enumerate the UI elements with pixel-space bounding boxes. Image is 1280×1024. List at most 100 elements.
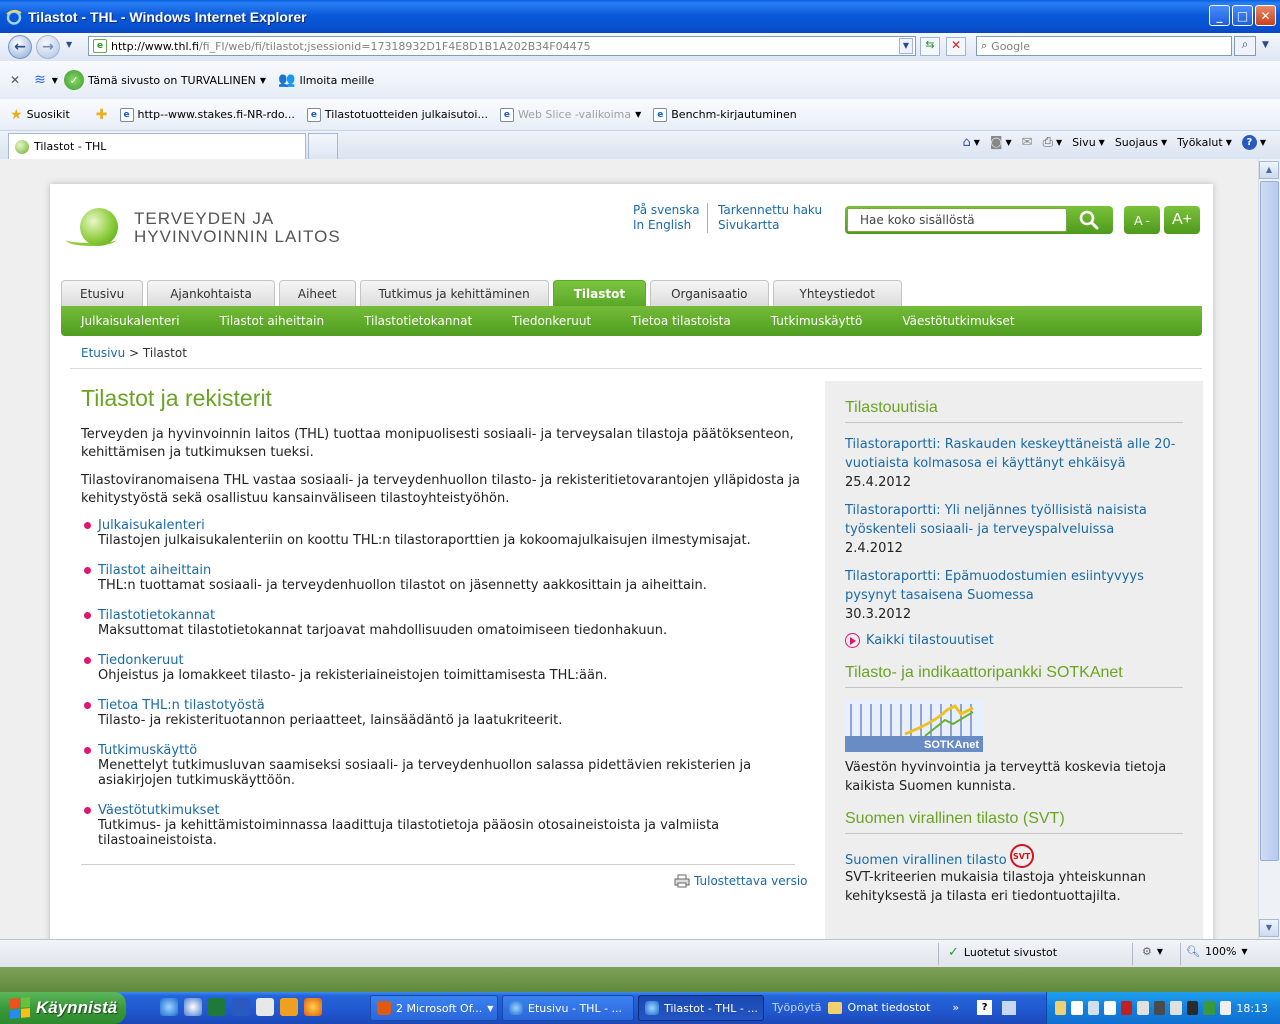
lang-swedish-link[interactable]: På svenska bbox=[633, 203, 700, 217]
word-icon[interactable] bbox=[232, 998, 250, 1016]
chevron-right-icon[interactable]: » bbox=[952, 1001, 959, 1014]
minimize-button[interactable]: _ bbox=[1209, 5, 1230, 26]
site-search-input[interactable]: Hae koko sisällöstä bbox=[847, 208, 1067, 232]
print-button[interactable]: ⎙ ▼ bbox=[1043, 135, 1063, 150]
wifi-dropdown-icon[interactable]: ▼ bbox=[52, 76, 58, 85]
subnav-tiedonkeruut[interactable]: Tiedonkeruut bbox=[512, 314, 591, 328]
font-smaller-button[interactable]: A - bbox=[1124, 206, 1160, 234]
taskbar-button-etusivu[interactable]: Etusivu - THL - ... bbox=[502, 995, 634, 1021]
subnav-tietoa-tilastoista[interactable]: Tietoa tilastoista bbox=[631, 314, 731, 328]
favorite-link-4[interactable]: e Benchm-kirjautuminen bbox=[653, 107, 797, 122]
help-button[interactable]: ? ▼ bbox=[1241, 135, 1266, 150]
favorite-link-2[interactable]: e Tilastotuotteiden julkaisutoi... bbox=[306, 107, 488, 122]
refresh-button[interactable]: ⇆ bbox=[920, 37, 940, 56]
all-news-link[interactable]: Kaikki tilastouutiset bbox=[845, 633, 1183, 648]
tab-tutkimus[interactable]: Tutkimus ja kehittäminen bbox=[359, 280, 549, 306]
firefox-icon[interactable] bbox=[304, 998, 322, 1016]
search-go-button[interactable]: ⌕ bbox=[1234, 36, 1256, 56]
subnav-julkaisukalenteri[interactable]: Julkaisukalenteri bbox=[81, 314, 180, 328]
messenger-icon[interactable] bbox=[280, 998, 298, 1016]
safe-site-indicator[interactable]: ✓ Tämä sivusto on TURVALLINEN ▼ bbox=[63, 70, 266, 90]
subnav-tilastotietokannat[interactable]: Tilastotietokannat bbox=[364, 314, 472, 328]
my-files-link[interactable]: Omat tiedostot bbox=[848, 1001, 931, 1014]
app-icon[interactable] bbox=[256, 998, 274, 1016]
subnav-vaestotutkimukset[interactable]: Väestötutkimukset bbox=[902, 314, 1014, 328]
maximize-button[interactable]: □ bbox=[1232, 5, 1253, 26]
excel-icon[interactable] bbox=[208, 998, 226, 1016]
search-options-icon[interactable]: ▼ bbox=[1262, 40, 1269, 50]
subnav-tilastot-aiheittain[interactable]: Tilastot aiheittain bbox=[220, 314, 325, 328]
sotkanet-banner[interactable]: SOTKAnet bbox=[845, 700, 983, 752]
taskbar-button-tilastot[interactable]: Tilastot - THL - ... bbox=[638, 995, 764, 1021]
font-larger-button[interactable]: A+ bbox=[1164, 206, 1200, 234]
link-tiedonkeruut[interactable]: Tiedonkeruut bbox=[98, 653, 801, 668]
close-button[interactable]: ✕ bbox=[1255, 5, 1276, 26]
link-tutkimuskaytto[interactable]: Tutkimuskäyttö bbox=[98, 743, 801, 758]
news-link-3[interactable]: Tilastoraportti: Epämuodostumien esiinty… bbox=[845, 569, 1144, 603]
link-tietoa-tilastotyosta[interactable]: Tietoa THL:n tilastotyöstä bbox=[98, 698, 801, 713]
add-favorite-icon[interactable]: ✚ bbox=[96, 107, 108, 123]
protected-mode-button[interactable]: ⚙ ▼ bbox=[1142, 945, 1163, 958]
favorite-link-1[interactable]: e http--www.stakes.fi-NR-rdo... bbox=[119, 107, 295, 122]
tab-organisaatio[interactable]: Organisaatio bbox=[650, 280, 769, 306]
volume-icon[interactable] bbox=[1219, 1001, 1232, 1015]
print-version-link[interactable]: Tulostettava versio bbox=[674, 874, 808, 888]
tab-ajankohtaista[interactable]: Ajankohtaista bbox=[147, 280, 275, 306]
home-button[interactable]: ⌂ ▼ bbox=[962, 135, 979, 150]
window-titlebar[interactable]: Tilastot - THL - Windows Internet Explor… bbox=[0, 0, 1280, 33]
tray-icon[interactable] bbox=[1071, 1001, 1083, 1015]
back-button[interactable]: ← bbox=[8, 35, 32, 59]
close-toolbar-icon[interactable]: ✕ bbox=[10, 73, 20, 87]
scroll-up-button[interactable]: ▲ bbox=[1259, 161, 1279, 179]
tray-icon[interactable] bbox=[1203, 1001, 1215, 1015]
app-icon[interactable] bbox=[1002, 1000, 1017, 1015]
forward-button[interactable]: → bbox=[36, 35, 60, 59]
new-tab-button[interactable] bbox=[308, 133, 338, 159]
stop-button[interactable]: ✕ bbox=[946, 37, 966, 56]
report-button[interactable]: 👥 Ilmoita meille bbox=[278, 72, 374, 88]
link-tilastotietokannat[interactable]: Tilastotietokannat bbox=[98, 608, 801, 623]
breadcrumb-home[interactable]: Etusivu bbox=[81, 346, 125, 360]
news-link-2[interactable]: Tilastoraportti: Yli neljännes työllisis… bbox=[845, 503, 1147, 537]
news-link-1[interactable]: Tilastoraportti: Raskauden keskeyttäneis… bbox=[845, 437, 1175, 471]
lang-english-link[interactable]: In English bbox=[633, 218, 691, 232]
subnav-tutkimuskaytto[interactable]: Tutkimuskäyttö bbox=[771, 314, 863, 328]
tab-aiheet[interactable]: Aiheet bbox=[278, 280, 356, 306]
site-search-button[interactable] bbox=[1067, 208, 1111, 232]
taskbar-button-office[interactable]: 2 Microsoft Of... ▼ bbox=[370, 995, 498, 1021]
tab-tilastot[interactable]: Tilastot - THL bbox=[8, 133, 306, 159]
favorite-link-3[interactable]: e Web Slice -valikoima ▼ bbox=[499, 107, 641, 122]
start-button[interactable]: Käynnistä bbox=[0, 992, 126, 1024]
ie-icon[interactable] bbox=[160, 998, 178, 1016]
address-dropdown-icon[interactable]: ▼ bbox=[899, 38, 913, 54]
tab-etusivu[interactable]: Etusivu bbox=[61, 280, 144, 306]
clock[interactable]: 18:13 bbox=[1236, 1002, 1268, 1015]
tools-menu[interactable]: Työkalut ▼ bbox=[1177, 136, 1232, 149]
tray-icon[interactable] bbox=[1153, 1001, 1166, 1015]
history-dropdown-icon[interactable]: ▼ bbox=[66, 40, 72, 49]
sitemap-link[interactable]: Sivukartta bbox=[718, 218, 779, 232]
tray-icon[interactable] bbox=[1186, 1001, 1199, 1015]
mail-button[interactable]: ✉ bbox=[1022, 135, 1033, 150]
tray-icon[interactable] bbox=[1055, 1001, 1067, 1015]
thl-logo[interactable]: TERVEYDEN JA HYVINVOINNIN LAITOS bbox=[66, 204, 341, 252]
link-tilastot-aiheittain[interactable]: Tilastot aiheittain bbox=[98, 563, 801, 578]
zoom-button[interactable]: 🔍︎ 100% ▼ bbox=[1186, 945, 1248, 958]
help-icon[interactable]: ? bbox=[977, 1000, 993, 1015]
svt-link[interactable]: Suomen virallinen tilasto bbox=[845, 853, 1007, 868]
page-menu[interactable]: Sivu ▼ bbox=[1072, 136, 1105, 149]
tab-tilastot[interactable]: Tilastot bbox=[552, 280, 647, 306]
wifi-tray-icon[interactable] bbox=[1104, 1001, 1116, 1015]
advanced-search-link[interactable]: Tarkennettu haku bbox=[718, 203, 822, 217]
tray-icon[interactable] bbox=[1087, 1001, 1100, 1015]
tray-icon[interactable] bbox=[1170, 1001, 1182, 1015]
safety-menu[interactable]: Suojaus ▼ bbox=[1115, 136, 1167, 149]
browser-search-input[interactable]: ⌕ Google bbox=[976, 36, 1232, 56]
wifi-icon[interactable]: ≋ bbox=[34, 72, 46, 88]
link-vaestotutkimukset[interactable]: Väestötutkimukset bbox=[98, 803, 801, 818]
address-bar[interactable]: e http://www.thl.fi/fi_FI/web/fi/tilasto… bbox=[88, 36, 916, 56]
favorites-button[interactable]: ★ Suosikit bbox=[10, 107, 70, 123]
security-zone[interactable]: ✓ Luotetut sivustot bbox=[948, 945, 1057, 960]
outlook-icon[interactable] bbox=[184, 998, 202, 1016]
scroll-down-button[interactable]: ▼ bbox=[1259, 919, 1279, 937]
